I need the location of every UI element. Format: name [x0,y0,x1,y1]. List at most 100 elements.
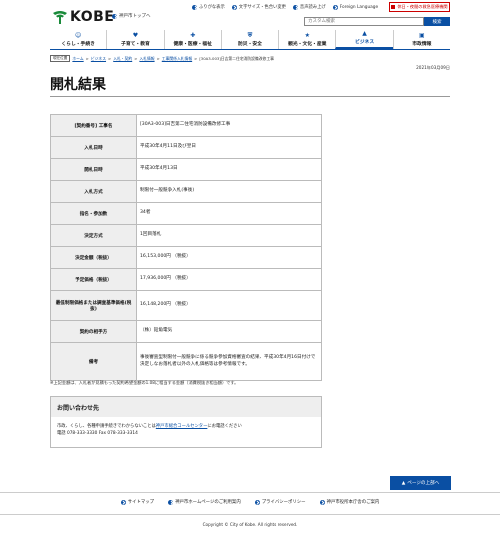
update-date: 2021年03月09日 [416,65,450,70]
contact-box: お問い合わせ先 市政、くらし、各種申請手続きでわからないことは神戸市総合コールセ… [50,396,322,448]
safety-icon: ⛨ [247,32,253,39]
contact-text: 市政、くらし、各種申請手続きでわからないことは [57,424,156,429]
footer-link[interactable]: サイトマップ [120,499,155,505]
emergency-medical-button[interactable]: 休日・夜間の救急医療機関 [389,2,450,12]
copyright: Copyright © City of Kobe. All rights res… [202,522,298,527]
table-row: 開札日時 平成30年4月13日 [50,158,322,181]
row-value: （株）鉛角電気 [136,320,322,343]
arrow-circle-icon [112,13,117,19]
footer-link-label: 神戸市ホームページのご利用案内 [175,500,241,505]
table-row: 指名・参加数 34者 [50,202,322,225]
arrow-circle-icon [254,499,260,505]
footer-divider [0,492,500,493]
row-value: 34者 [136,202,322,225]
health-icon: ✚ [190,32,196,39]
gnav-item-5[interactable]: ▲ ビジネス [335,30,393,49]
arrow-circle-icon [231,4,237,10]
arrow-circle-icon [292,4,298,10]
top-page-link-label: 神戸市トップへ [119,14,151,19]
gnav-item-3[interactable]: ⛨ 防災・安全 [220,30,278,49]
foreign-language-label: Foreign Language [339,4,379,10]
table-row: [契約番号] 工事名 [30A3-003]日吉第二住宅消防設備改修工事 [50,114,322,137]
foreign-language-link[interactable]: Foreign Language [332,4,379,10]
row-value: 1回目落札 [136,224,322,247]
gnav-item-2[interactable]: ✚ 健康・医療・福祉 [163,30,221,49]
table-row: 決定金額（税抜） 16,153,000円 （税抜） [50,246,322,269]
gnav-item-0[interactable]: ☺ くらし・手続き [50,30,106,49]
logo-text: KOBE [70,9,115,25]
chevron-up-icon: ▲ [401,480,406,486]
text-size-label: 文字サイズ・色合い変更 [238,5,286,10]
gnav-label: 観光・文化・産業 [288,42,327,47]
read-aloud-link[interactable]: 音声読み上げ [292,4,326,10]
row-value: [30A3-003]日吉第二住宅消防設備改修工事 [136,114,322,137]
footer-link-label: サイトマップ [127,500,155,505]
row-label: 決定方式 [50,224,137,247]
arrow-circle-icon [120,499,126,505]
search-input[interactable] [304,17,424,26]
breadcrumb-link[interactable]: ビジネス [91,56,106,62]
arrow-circle-icon [192,4,197,10]
breadcrumb-here-label: 現在位置 [50,55,71,62]
row-value: 16,153,000円 （税抜） [136,246,322,269]
row-label: 開札日時 [50,158,137,181]
row-value: 制限付一般競争入札(事後) [136,180,322,203]
page-top-button[interactable]: ▲ ページの上部へ [390,476,451,490]
footer-link[interactable]: 神戸市役所本庁舎のご案内 [319,499,379,505]
read-aloud-label: 音声読み上げ [299,5,326,10]
contact-heading: お問い合わせ先 [51,397,321,417]
row-label: 決定金額（税抜） [50,246,137,269]
arrow-circle-icon [319,499,325,505]
emergency-icon [391,5,396,9]
breadcrumb-link[interactable]: 工事関係入札情報 [162,56,192,62]
row-value: 事後審査型制限付一般競争に係る競争参加資格審査の結果、平成30年4月16日付けで… [136,342,322,381]
breadcrumb-link[interactable]: 入札・契約 [113,56,132,62]
business-icon: ▲ [362,30,367,37]
arrow-circle-icon [332,4,338,10]
call-center-link[interactable]: 神戸市総合コールセンター [156,424,208,429]
culture-icon: ★ [304,32,310,39]
table-row: 予定価格（税抜） 17,936,000円 （税抜） [50,268,322,291]
page-top-label: ページの上部へ [407,481,440,486]
footer-link-label: プライバシーポリシー [261,500,306,505]
breadcrumb-separator: > [194,56,198,61]
gnav-item-4[interactable]: ★ 観光・文化・産業 [278,30,335,49]
table-row: 入札日時 平成30年4月11日及び翌日 [50,136,322,159]
row-label: 予定価格（税抜） [50,268,137,291]
gnav-label: くらし・手続き [61,42,95,47]
contact-body: 市政、くらし、各種申請手続きでわからないことは神戸市総合コールセンターにお電話く… [51,417,321,443]
search-button[interactable]: 検索 [424,17,450,26]
footer-divider-bottom [0,514,500,515]
table-row: 入札方式 制限付一般競争入札(事後) [50,180,322,203]
footer-link[interactable]: プライバシーポリシー [254,499,306,505]
arrow-circle-icon [168,499,174,505]
result-table: [契約番号] 工事名 [30A3-003]日吉第二住宅消防設備改修工事 入札日時 平成… [50,114,322,381]
row-label: [契約番号] 工事名 [50,114,137,137]
table-row: 備考 事後審査型制限付一般競争に係る競争参加資格審査の結果、平成30年4月16日付… [50,342,322,381]
top-page-link[interactable]: 神戸市トップへ [112,13,151,19]
gnav-label: 子育て・教育 [121,42,150,47]
breadcrumb-link[interactable]: ホーム [72,56,83,62]
price-note: ※上記金額は、入札者が見積もった契約希望金額の1.08に相当する金額（消費税抜き… [50,380,239,385]
site-header: KOBE 神戸市トップへ ふりがな表示 文字サイズ・色合い変更 音声読み上げ F… [0,0,500,52]
global-nav: ☺ くらし・手続き ♥ 子育て・教育 ✚ 健康・医療・福祉 ⛨ 防災・安全 ★ 観光・文化・産業 ▲… [50,30,450,50]
footer-nav: サイトマップ 神戸市ホームページのご利用案内 プライバシーポリシー 神戸市役所本庁舎の… [0,499,500,505]
row-label: 最低制限価格または調査基準価格(税抜) [50,290,137,321]
utility-links: ふりがな表示 文字サイズ・色合い変更 音声読み上げ Foreign Langua… [192,4,378,10]
kobe-logo[interactable]: KOBE [52,9,114,25]
table-row: 決定方式 1回目落札 [50,224,322,247]
text-size-link[interactable]: 文字サイズ・色合い変更 [231,4,286,10]
breadcrumb-separator: > [108,56,112,61]
row-label: 指名・参加数 [50,202,137,225]
footer-link[interactable]: 神戸市ホームページのご利用案内 [168,499,241,505]
family-icon: ♥ [132,32,139,39]
row-label: 入札日時 [50,136,137,159]
gnav-item-6[interactable]: ▣ 市政情報 [392,30,450,49]
breadcrumb-link[interactable]: 入札情報 [139,56,154,62]
breadcrumb-separator: > [134,56,138,61]
city-icon: ▣ [418,32,425,39]
gnav-item-1[interactable]: ♥ 子育て・教育 [106,30,163,49]
contact-phone: 電話 078-333-3330 Fax 078-333-3314 [57,431,138,436]
furigana-link[interactable]: ふりがな表示 [192,4,225,10]
gnav-label: 健康・医療・福祉 [173,42,212,47]
